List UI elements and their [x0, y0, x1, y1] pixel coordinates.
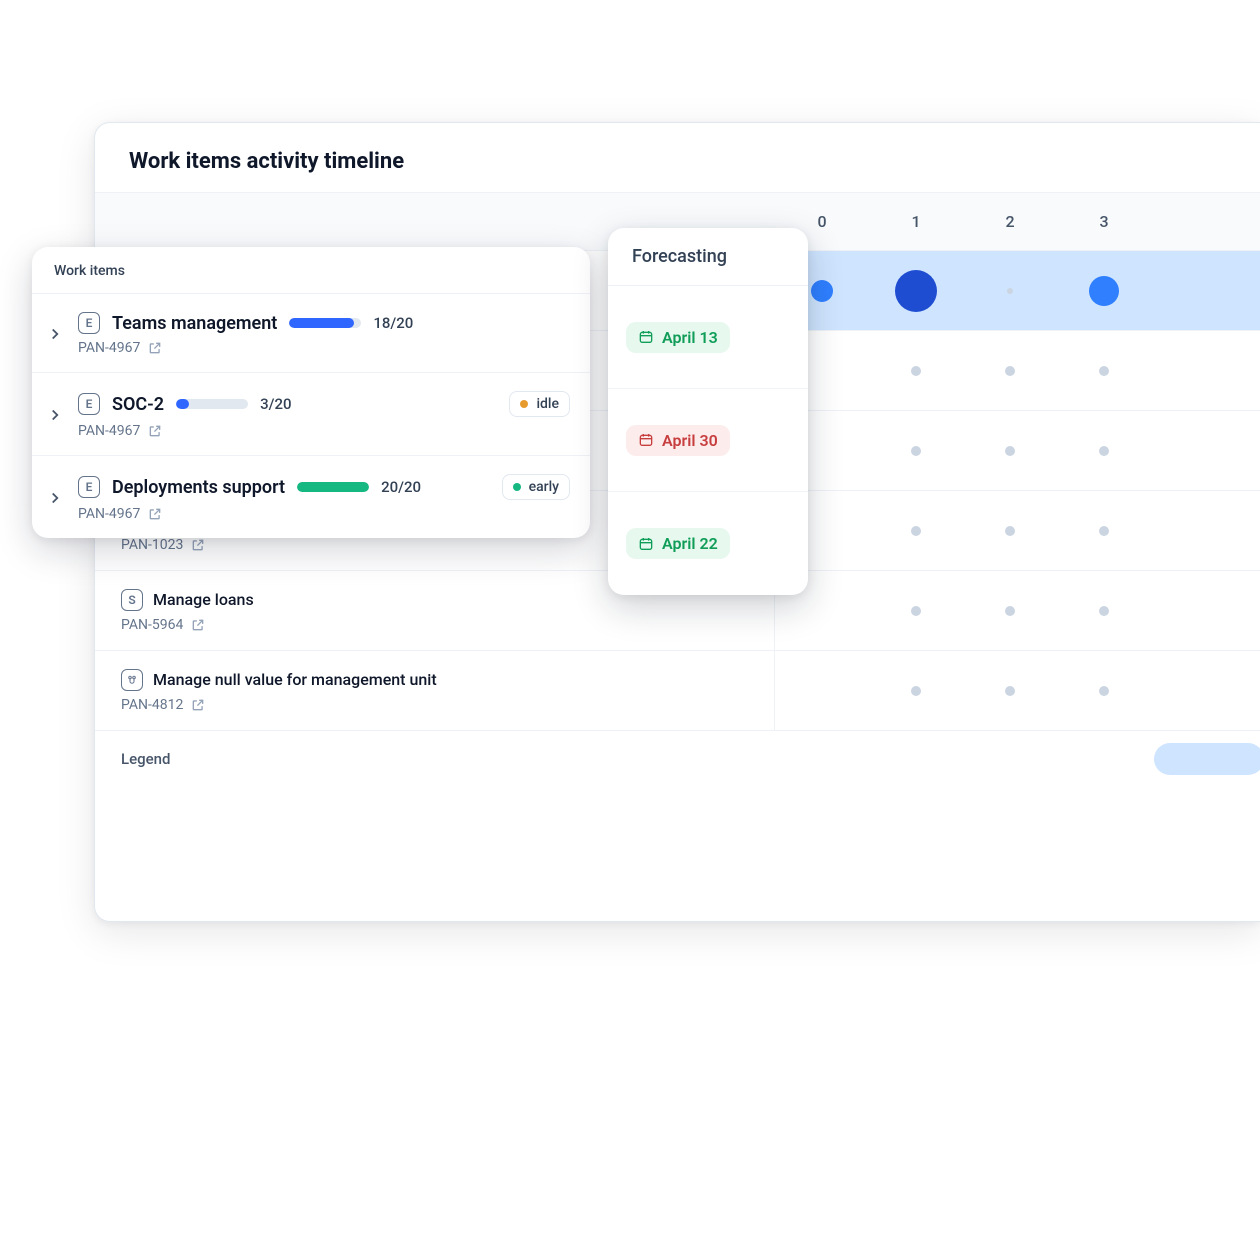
- legend-pill: [1154, 743, 1260, 775]
- progress-bar: [297, 482, 369, 492]
- status-badge: early: [502, 474, 570, 500]
- col-1: 1: [869, 212, 963, 231]
- forecast-row: April 13: [608, 286, 808, 389]
- row-title: Manage null value for management unit: [153, 670, 437, 689]
- status-dot-icon: [513, 483, 521, 491]
- status-text: early: [529, 479, 559, 495]
- type-icon: S: [121, 589, 143, 611]
- progress-bar: [176, 399, 248, 409]
- workitems-title: Work items: [32, 247, 590, 294]
- workitem-name: Deployments support: [112, 477, 285, 498]
- chevron-right-icon[interactable]: [46, 406, 64, 424]
- type-icon: E: [78, 393, 100, 415]
- workitem-row[interactable]: E Teams management 18/20 PAN-4967: [32, 294, 590, 373]
- forecast-date: April 22: [662, 534, 718, 553]
- progress-ratio: 18/20: [373, 314, 413, 332]
- activity-dot: [911, 366, 921, 376]
- legend-row: Legend: [95, 731, 1260, 787]
- forecast-date: April 13: [662, 328, 718, 347]
- external-link-icon[interactable]: [191, 618, 205, 632]
- workitem-id: PAN-4967: [78, 506, 140, 522]
- activity-dot: [1089, 276, 1119, 306]
- type-icon: E: [78, 312, 100, 334]
- forecast-date: April 30: [662, 431, 718, 450]
- activity-dot: [1005, 606, 1015, 616]
- table-row[interactable]: Manage null value for management unit PA…: [95, 651, 1260, 731]
- forecast-title: Forecasting: [608, 228, 808, 286]
- calendar-icon: [638, 536, 654, 552]
- activity-dot: [1099, 526, 1109, 536]
- row-id: PAN-5964: [121, 617, 183, 633]
- forecast-row: April 30: [608, 389, 808, 492]
- col-2: 2: [963, 212, 1057, 231]
- workitem-row[interactable]: E SOC-2 3/20 idle PAN-4967: [32, 373, 590, 456]
- activity-dot: [811, 280, 833, 302]
- panel-workitems: Work items E Teams management 18/20 PAN-…: [32, 247, 590, 538]
- status-badge: idle: [509, 391, 570, 417]
- panel-forecast: Forecasting April 13 April 30 April 22: [608, 228, 808, 595]
- activity-dot: [911, 686, 921, 696]
- external-link-icon[interactable]: [148, 507, 162, 521]
- chevron-right-icon[interactable]: [46, 325, 64, 343]
- activity-dot: [1099, 606, 1109, 616]
- workitem-row[interactable]: E Deployments support 20/20 early PAN-49…: [32, 456, 590, 538]
- progress-ratio: 3/20: [260, 395, 291, 413]
- activity-dot: [1099, 366, 1109, 376]
- forecast-chip[interactable]: April 22: [626, 528, 730, 559]
- activity-dot: [1007, 288, 1013, 294]
- activity-dot: [1005, 686, 1015, 696]
- forecast-chip[interactable]: April 30: [626, 425, 730, 456]
- external-link-icon[interactable]: [191, 538, 205, 552]
- calendar-icon: [638, 432, 654, 448]
- activity-dot: [911, 526, 921, 536]
- workitem-id: PAN-4967: [78, 340, 140, 356]
- workitem-name: Teams management: [112, 313, 277, 334]
- row-title: Manage loans: [153, 590, 254, 609]
- activity-dot: [911, 606, 921, 616]
- type-icon: [121, 669, 143, 691]
- activity-dot: [1099, 686, 1109, 696]
- row-id: PAN-1023: [121, 537, 183, 553]
- progress-bar: [289, 318, 361, 328]
- chevron-right-icon[interactable]: [46, 489, 64, 507]
- activity-dot: [1005, 526, 1015, 536]
- col-3: 3: [1057, 212, 1151, 231]
- page-title: Work items activity timeline: [95, 123, 1260, 192]
- workitem-name: SOC-2: [112, 394, 164, 415]
- status-dot-icon: [520, 400, 528, 408]
- activity-dot: [1099, 446, 1109, 456]
- legend-label[interactable]: Legend: [121, 750, 170, 768]
- row-id: PAN-4812: [121, 697, 183, 713]
- external-link-icon[interactable]: [148, 424, 162, 438]
- type-icon: E: [78, 476, 100, 498]
- activity-dot: [895, 270, 937, 312]
- activity-dot: [1005, 446, 1015, 456]
- external-link-icon[interactable]: [191, 698, 205, 712]
- external-link-icon[interactable]: [148, 341, 162, 355]
- forecast-chip[interactable]: April 13: [626, 322, 730, 353]
- workitem-id: PAN-4967: [78, 423, 140, 439]
- progress-ratio: 20/20: [381, 478, 421, 496]
- calendar-icon: [638, 329, 654, 345]
- status-text: idle: [536, 396, 559, 412]
- activity-dot: [911, 446, 921, 456]
- activity-dot: [1005, 366, 1015, 376]
- forecast-row: April 22: [608, 492, 808, 595]
